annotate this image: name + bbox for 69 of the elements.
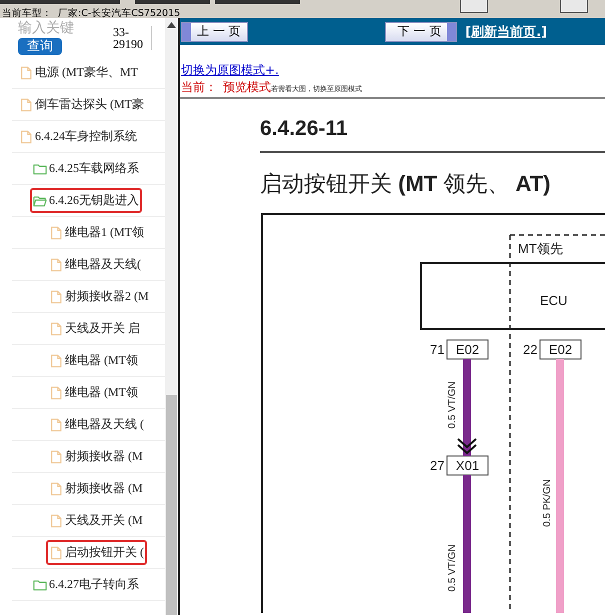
file-icon (49, 482, 63, 496)
tree-item[interactable]: 天线及开关 启 (46, 316, 143, 341)
connector-box (540, 340, 582, 360)
tree-item[interactable]: 射频接收器2 (M (46, 284, 152, 309)
toolbar-button[interactable] (0, 0, 120, 4)
connector-label: E02 (548, 342, 572, 357)
tree-item[interactable]: 天线及开关 (M (46, 508, 146, 533)
file-icon (49, 258, 63, 272)
tree-item[interactable]: 射频接收器 (M (46, 444, 146, 469)
tree-item[interactable]: 继电器1 (MT领 (46, 220, 147, 245)
tree-item[interactable]: 继电器及天线( (46, 252, 144, 277)
switch-mode-link[interactable]: 切换为原图模式+. (181, 63, 279, 77)
folder-icon (33, 162, 47, 176)
part-code: 33-29190 (113, 26, 152, 50)
tree-item[interactable]: 6.4.26无钥匙进入 (30, 188, 142, 213)
connector-label: X01 (456, 458, 480, 473)
chevron-icon (457, 438, 477, 454)
file-icon (49, 290, 63, 304)
file-icon (49, 386, 63, 400)
file-icon (49, 354, 63, 368)
tree-item[interactable]: 6.4.24车身控制系统 (16, 124, 140, 149)
connector-label: E02 (456, 342, 480, 357)
search-button[interactable]: 查询 (18, 38, 62, 55)
tree-item[interactable]: 倒车雷达探头 (MT豪 (16, 92, 147, 117)
file-icon (49, 226, 63, 240)
next-page-button[interactable]: 下 一 页 (384, 22, 458, 42)
wire-label: 0.5 VT/GN (447, 381, 458, 429)
vehicle-value: 厂家:C-长安汽车CS752015 (58, 7, 180, 18)
module-label: ECU (540, 293, 568, 308)
connector-box (446, 340, 488, 360)
tree-item[interactable]: 电源 (MT豪华、MT (16, 60, 141, 85)
scrollbar[interactable] (165, 18, 178, 615)
file-icon (19, 66, 33, 80)
toolbar-icon[interactable] (560, 0, 588, 13)
file-icon (49, 450, 63, 464)
file-icon (19, 130, 33, 144)
pin-number: 71 (430, 342, 444, 357)
page-number: 6.4.26-11 (260, 117, 605, 153)
tree-item[interactable]: 启动按钮开关 ( (46, 540, 147, 565)
diagram-title: 启动按钮开关 (MT 领先、 AT) (260, 170, 552, 198)
toolbar-button[interactable] (215, 0, 300, 4)
connector-box (446, 456, 488, 476)
file-icon (49, 418, 63, 432)
folder-icon (33, 194, 47, 208)
prev-page-button[interactable]: 上 一 页 (181, 22, 248, 42)
tree-item[interactable]: 射频接收器 (M (46, 476, 146, 501)
vehicle-label: 当前车型： (2, 7, 52, 18)
file-icon (49, 546, 63, 560)
toolbar-icon[interactable] (460, 0, 488, 13)
tree-item[interactable]: 继电器及天线 ( (46, 412, 147, 437)
file-icon (49, 514, 63, 528)
file-icon (49, 322, 63, 336)
pin-number: 27 (430, 458, 444, 473)
wire-label: 0.5 VT/GN (447, 544, 458, 592)
scroll-up-icon[interactable] (167, 22, 176, 28)
file-icon (19, 98, 33, 112)
refresh-link[interactable]: [刷新当前页.] (465, 22, 548, 40)
wire-label: 0.5 PK/GN (542, 479, 553, 527)
region-label: MT领先 (518, 241, 563, 256)
pin-number: 22 (523, 342, 538, 357)
tree-item[interactable]: 6.4.27电子转向系 (30, 572, 142, 597)
tree-item[interactable]: 继电器 (MT领 (46, 380, 141, 405)
toolbar-button[interactable] (135, 0, 210, 4)
mode-label: 当前： (181, 79, 217, 96)
mode-value: 预览模式 (223, 79, 271, 96)
scrollbar-thumb[interactable] (166, 395, 177, 615)
tree-item[interactable]: 6.4.25车载网络系 (30, 156, 142, 181)
folder-icon (33, 578, 47, 592)
tree-item[interactable]: 继电器 (MT领 (46, 348, 141, 373)
